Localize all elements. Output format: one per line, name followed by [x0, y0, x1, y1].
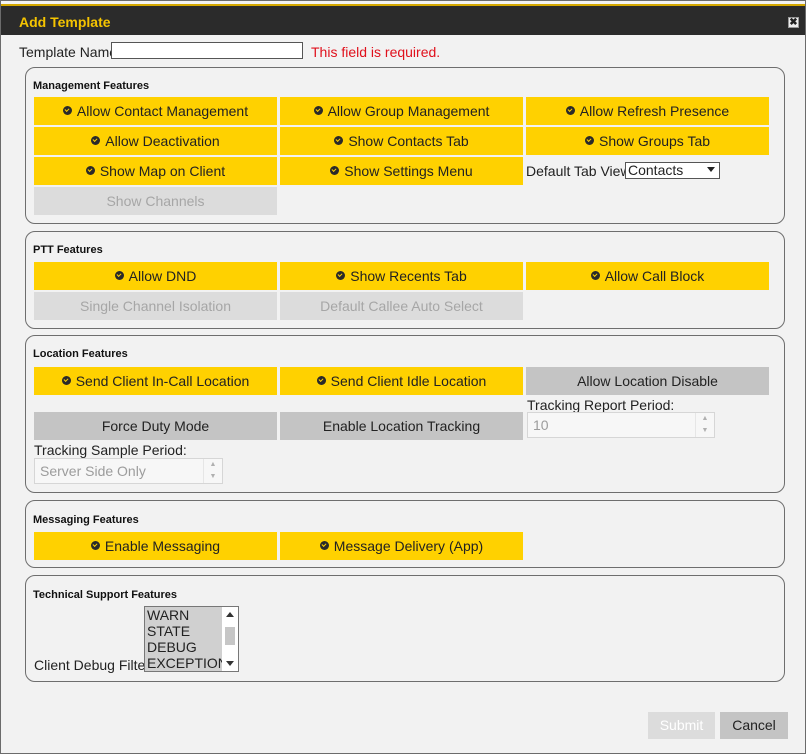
- button-label: Show Map on Client: [99, 163, 226, 179]
- check-icon: [319, 541, 329, 550]
- spinner-arrows-icon[interactable]: ▲ ▼: [203, 459, 222, 483]
- allow-call-block-button[interactable]: Allow Call Block: [526, 262, 769, 290]
- check-icon: [62, 106, 72, 115]
- show-groups-tab-button[interactable]: Show Groups Tab: [526, 127, 769, 155]
- button-label: Show Groups Tab: [598, 133, 711, 149]
- list-item[interactable]: DEBUG: [145, 639, 223, 655]
- tracking-report-period-value: 10: [533, 417, 549, 433]
- tracking-report-period-label: Tracking Report Period:: [527, 397, 675, 413]
- submit-button[interactable]: Submit: [648, 712, 715, 739]
- enable-messaging-button[interactable]: Enable Messaging: [34, 532, 277, 560]
- chevron-down-icon: [707, 167, 715, 172]
- scrollbar-thumb[interactable]: [225, 627, 235, 645]
- button-label: Allow Refresh Presence: [579, 103, 730, 119]
- button-label: Enable Messaging: [104, 538, 221, 554]
- force-duty-mode-button[interactable]: Force Duty Mode: [34, 412, 277, 440]
- default-tab-view-select[interactable]: Contacts: [625, 162, 720, 179]
- allow-group-management-button[interactable]: Allow Group Management: [280, 97, 523, 125]
- listbox-scrollbar[interactable]: [222, 607, 238, 671]
- button-label: Allow Group Management: [327, 103, 490, 119]
- scroll-up-icon[interactable]: [226, 612, 234, 617]
- template-name-input[interactable]: [111, 42, 303, 59]
- check-icon: [316, 376, 326, 385]
- check-icon: [90, 541, 100, 550]
- check-icon: [590, 271, 600, 280]
- button-label: Send Client In-Call Location: [75, 373, 250, 389]
- scroll-down-icon[interactable]: [226, 661, 234, 666]
- send-client-in-call-location-button[interactable]: Send Client In-Call Location: [34, 367, 277, 395]
- list-item[interactable]: WARN: [145, 607, 223, 623]
- check-icon: [85, 166, 95, 175]
- location-features-title: Location Features: [33, 348, 128, 360]
- management-features-section: Management Features Allow Contact Manage…: [25, 67, 785, 224]
- button-label: Allow Contact Management: [76, 103, 249, 119]
- default-tab-view-value: Contacts: [628, 162, 684, 178]
- button-label: Show Recents Tab: [350, 268, 467, 284]
- technical-support-features-title: Technical Support Features: [33, 589, 178, 601]
- button-label: Message Delivery (App): [333, 538, 484, 554]
- list-item[interactable]: STATE: [145, 623, 223, 639]
- message-delivery-app-button[interactable]: Message Delivery (App): [280, 532, 523, 560]
- button-label: Allow DND: [128, 268, 197, 284]
- allow-contact-management-button[interactable]: Allow Contact Management: [34, 97, 277, 125]
- template-name-error: This field is required.: [311, 44, 441, 60]
- dialog-title: Add Template: [19, 14, 111, 30]
- add-template-dialog: Add Template ✖ Template Name: This field…: [0, 0, 806, 754]
- dialog-titlebar: Add Template ✖: [1, 4, 805, 35]
- check-icon: [91, 136, 101, 145]
- management-features-title: Management Features: [33, 80, 150, 92]
- tracking-sample-period-label: Tracking Sample Period:: [34, 442, 187, 458]
- allow-dnd-button[interactable]: Allow DND: [34, 262, 277, 290]
- messaging-features-title: Messaging Features: [33, 514, 139, 526]
- ptt-features-title: PTT Features: [33, 244, 103, 256]
- default-callee-auto-select-button[interactable]: Default Callee Auto Select: [280, 292, 523, 320]
- allow-deactivation-button[interactable]: Allow Deactivation: [34, 127, 277, 155]
- close-icon[interactable]: ✖: [788, 17, 799, 28]
- show-channels-button[interactable]: Show Channels: [34, 187, 277, 215]
- single-channel-isolation-button[interactable]: Single Channel Isolation: [34, 292, 277, 320]
- list-item[interactable]: EXCEPTION: [145, 655, 228, 671]
- check-icon: [61, 376, 71, 385]
- allow-refresh-presence-button[interactable]: Allow Refresh Presence: [526, 97, 769, 125]
- check-icon: [313, 106, 323, 115]
- technical-support-features-section: Technical Support Features Client Debug …: [25, 575, 785, 682]
- tracking-report-period-input[interactable]: 10 ▲ ▼: [527, 412, 715, 438]
- messaging-features-section: Messaging Features Enable Messaging Mess…: [25, 500, 785, 568]
- default-tab-view-label: Default Tab View:: [526, 163, 635, 179]
- ptt-features-section: PTT Features Allow DND Show Recents Tab …: [25, 231, 785, 329]
- show-settings-menu-button[interactable]: Show Settings Menu: [280, 157, 523, 185]
- allow-location-disable-button[interactable]: Allow Location Disable: [526, 367, 769, 395]
- client-debug-filter-listbox[interactable]: WARN STATE DEBUG EXCEPTION: [144, 606, 239, 672]
- check-icon: [334, 136, 344, 145]
- client-debug-filter-label: Client Debug Filter:: [34, 657, 154, 673]
- enable-location-tracking-button[interactable]: Enable Location Tracking: [280, 412, 523, 440]
- template-name-label: Template Name:: [19, 44, 121, 60]
- check-icon: [114, 271, 124, 280]
- button-label: Show Contacts Tab: [348, 133, 469, 149]
- show-contacts-tab-button[interactable]: Show Contacts Tab: [280, 127, 523, 155]
- tracking-sample-period-value: Server Side Only: [40, 463, 146, 479]
- spinner-arrows-icon[interactable]: ▲ ▼: [695, 413, 714, 437]
- button-label: Send Client Idle Location: [330, 373, 487, 389]
- show-map-on-client-button[interactable]: Show Map on Client: [34, 157, 277, 185]
- cancel-button[interactable]: Cancel: [720, 712, 788, 739]
- tracking-sample-period-input[interactable]: Server Side Only ▲ ▼: [34, 458, 223, 484]
- check-icon: [330, 166, 340, 175]
- check-icon: [584, 136, 594, 145]
- location-features-section: Location Features Send Client In-Call Lo…: [25, 335, 785, 493]
- show-recents-tab-button[interactable]: Show Recents Tab: [280, 262, 523, 290]
- button-label: Allow Call Block: [604, 268, 705, 284]
- send-client-idle-location-button[interactable]: Send Client Idle Location: [280, 367, 523, 395]
- check-icon: [565, 106, 575, 115]
- button-label: Show Settings Menu: [344, 163, 473, 179]
- check-icon: [336, 271, 346, 280]
- button-label: Allow Deactivation: [105, 133, 220, 149]
